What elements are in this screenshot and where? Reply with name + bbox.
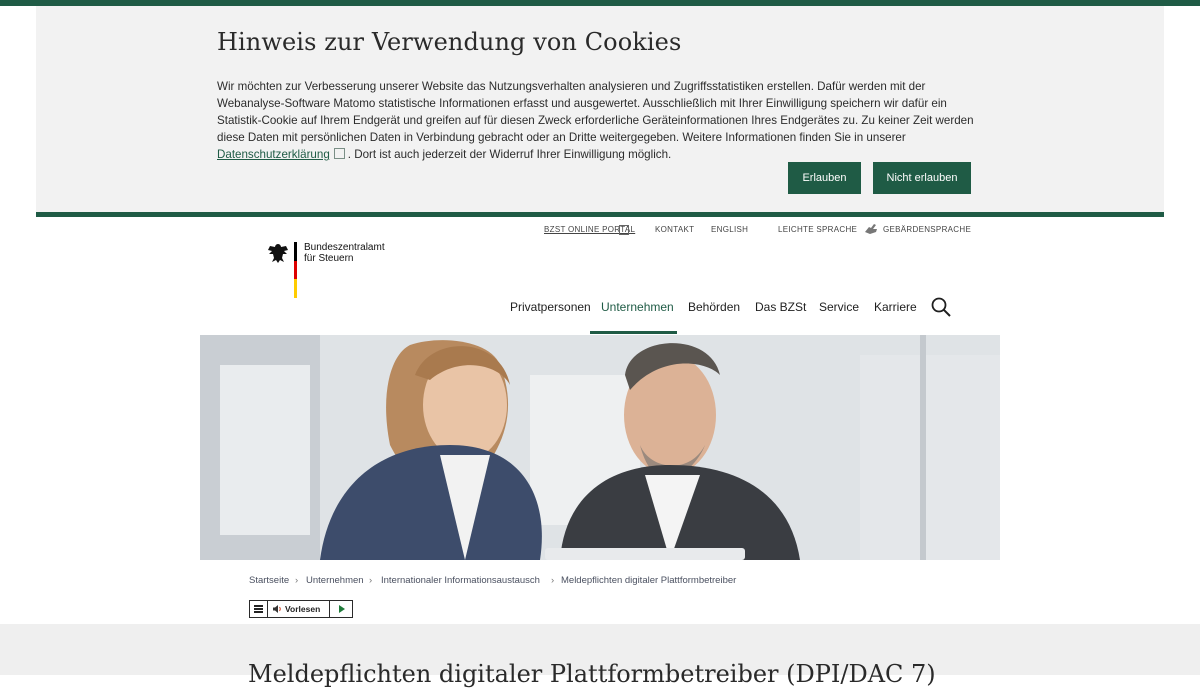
read-aloud-widget: Vorlesen — [249, 600, 353, 618]
german-flag-bar — [294, 242, 297, 298]
breadcrumb-informationsaustausch[interactable]: Internationaler Informationsaustausch — [381, 575, 540, 586]
active-nav-indicator — [590, 331, 677, 334]
breadcrumb-separator-icon: › — [551, 575, 555, 586]
external-link-icon — [333, 148, 345, 159]
breadcrumb-startseite[interactable]: Startseite — [249, 575, 289, 586]
read-aloud-menu-icon[interactable] — [250, 601, 268, 617]
contact-link[interactable]: KONTAKT — [655, 225, 694, 234]
nav-karriere[interactable]: Karriere — [874, 300, 917, 314]
breadcrumb-separator-icon: › — [369, 575, 373, 586]
breadcrumb-unternehmen[interactable]: Unternehmen — [306, 575, 364, 586]
sign-language-link[interactable]: GEBÄRDENSPRACHE — [883, 225, 971, 234]
cookie-banner: Hinweis zur Verwendung von Cookies Wir m… — [36, 6, 1164, 212]
cookie-banner-border — [36, 212, 1164, 217]
play-button[interactable] — [329, 601, 353, 617]
logo-line-1: Bundeszentralamt — [304, 242, 385, 253]
cookie-text-end: . Dort ist auch jederzeit der Widerruf I… — [347, 148, 672, 161]
deny-cookies-button[interactable]: Nicht erlauben — [873, 162, 971, 194]
search-icon[interactable] — [931, 297, 951, 317]
logo-line-2: für Steuern — [304, 253, 354, 264]
hero-image — [200, 335, 1000, 560]
federal-eagle-icon[interactable] — [267, 242, 289, 264]
easy-language-link[interactable]: LEICHTE SPRACHE — [778, 225, 857, 234]
cookie-banner-title: Hinweis zur Verwendung von Cookies — [217, 28, 682, 56]
nav-service[interactable]: Service — [819, 300, 859, 314]
nav-behoerden[interactable]: Behörden — [688, 300, 740, 314]
speaker-icon — [273, 605, 281, 613]
english-link[interactable]: ENGLISH — [711, 225, 748, 234]
allow-cookies-button[interactable]: Erlauben — [788, 162, 861, 194]
external-link-icon — [619, 225, 629, 235]
privacy-policy-link[interactable]: Datenschutzerklärung — [217, 148, 330, 161]
nav-unternehmen[interactable]: Unternehmen — [601, 300, 674, 314]
play-icon — [339, 605, 345, 613]
logo-wordmark[interactable]: Bundeszentralamt für Steuern — [304, 242, 385, 264]
nav-privatpersonen[interactable]: Privatpersonen — [510, 300, 591, 314]
page-title: Meldepflichten digitaler Plattformbetrei… — [248, 660, 936, 688]
cookie-text-main: Wir möchten zur Verbesserung unserer Web… — [217, 80, 974, 144]
sign-language-icon — [865, 224, 877, 234]
breadcrumb-separator-icon: › — [295, 575, 299, 586]
breadcrumb-current: Meldepflichten digitaler Plattformbetrei… — [561, 575, 737, 586]
read-aloud-button[interactable]: Vorlesen — [285, 604, 320, 614]
cookie-banner-text: Wir möchten zur Verbesserung unserer Web… — [217, 78, 987, 163]
nav-das-bzst[interactable]: Das BZSt — [755, 300, 806, 314]
